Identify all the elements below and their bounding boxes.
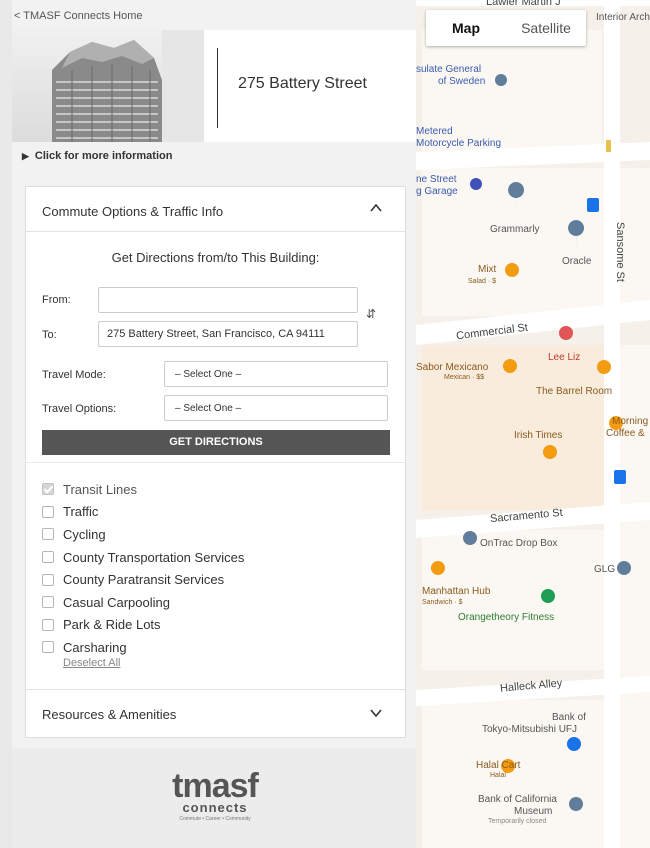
chevron-down-icon[interactable] xyxy=(369,706,383,720)
back-home-link[interactable]: < TMASF Connects Home xyxy=(14,10,142,22)
layer-label: Traffic xyxy=(63,504,99,520)
chevron-up-icon[interactable] xyxy=(369,201,383,215)
logo-main: tmasf xyxy=(172,767,259,805)
caret-right-icon: ▶ xyxy=(22,151,29,161)
layer-label: County Paratransit Services xyxy=(63,572,225,588)
layer-checkbox[interactable] xyxy=(42,505,54,518)
commute-section-title: Commute Options & Traffic Info xyxy=(42,204,224,219)
deselect-all-link[interactable]: Deselect All xyxy=(63,657,120,669)
map-layer-list: Transit Lines Traffic Cycling County Transp… xyxy=(42,478,382,659)
poi-label: Temporarily closed xyxy=(488,818,547,825)
swap-direction-icon[interactable]: ⇵ xyxy=(366,307,376,321)
poi-label: Bank of xyxy=(552,712,586,723)
header-divider xyxy=(217,48,218,128)
street-label: Sansome St xyxy=(614,222,626,282)
from-input[interactable] xyxy=(98,287,358,313)
layer-option[interactable]: Traffic xyxy=(42,501,382,524)
poi-label: GLG xyxy=(594,564,616,575)
poi-label: of Sweden xyxy=(438,76,486,87)
layer-label: Casual Carpooling xyxy=(63,594,170,610)
poi-label: OnTrac Drop Box xyxy=(480,538,558,549)
poi-label: Salad · $ xyxy=(468,278,497,285)
layer-checkbox[interactable] xyxy=(42,618,54,631)
poi-label: ne Street xyxy=(416,174,457,185)
get-directions-button[interactable]: GET DIRECTIONS xyxy=(42,430,390,455)
poi-label: Irish Times xyxy=(514,430,563,441)
poi-label: Metered xyxy=(416,126,453,137)
layer-option[interactable]: County Paratransit Services xyxy=(42,568,382,591)
divider xyxy=(26,689,405,690)
layer-checkbox[interactable] xyxy=(42,483,54,496)
poi-label: Sabor Mexicano xyxy=(416,362,489,373)
layer-checkbox[interactable] xyxy=(42,528,54,541)
layer-label: Carsharing xyxy=(63,639,127,655)
street-label: Lawler Martin J xyxy=(486,0,561,8)
poi-label: Museum xyxy=(514,806,553,817)
poi-label: Coffee & xyxy=(606,428,645,439)
layer-label: County Transportation Services xyxy=(63,549,245,565)
poi-label: Sandwich · $ xyxy=(422,599,463,606)
poi-label: Orangetheory Fitness xyxy=(458,612,555,623)
poi-label: g Garage xyxy=(416,186,458,197)
from-label: From: xyxy=(42,294,71,306)
layer-option[interactable]: Casual Carpooling xyxy=(42,591,382,614)
more-info-label: Click for more information xyxy=(34,150,173,162)
layer-label: Park & Ride Lots xyxy=(63,617,161,633)
layer-label: Cycling xyxy=(63,526,106,542)
tmasf-logo: tmasf connects Commute • Career • Commun… xyxy=(160,767,270,822)
poi-label: Halal Cart xyxy=(476,760,521,771)
poi-label: Mexican · $$ xyxy=(444,374,485,381)
building-header: 275 Battery Street xyxy=(12,30,416,142)
layer-checkbox[interactable] xyxy=(42,551,54,564)
poi-label: Morning xyxy=(612,416,649,427)
poi-label: Mixt xyxy=(478,264,497,275)
map-view[interactable]: Map Satellite Lawler Martin J Interior A… xyxy=(416,0,650,848)
travel-mode-select[interactable]: – Select One – xyxy=(164,361,388,387)
layer-option[interactable]: Transit Lines xyxy=(42,478,382,501)
layer-option[interactable]: Cycling xyxy=(42,523,382,546)
poi-label: Bank of California xyxy=(478,794,557,805)
layer-option[interactable]: County Transportation Services xyxy=(42,546,382,569)
travel-options-select[interactable]: – Select One – xyxy=(164,395,388,421)
to-input[interactable] xyxy=(98,321,358,347)
directions-title: Get Directions from/to This Building: xyxy=(111,250,320,265)
resources-section-title: Resources & Amenities xyxy=(42,707,177,722)
building-panel: < TMASF Connects Home 275 Battery Street… xyxy=(0,0,416,848)
poi-label: sulate General xyxy=(416,64,482,75)
layer-checkbox[interactable] xyxy=(42,596,54,609)
poi-label: Grammarly xyxy=(490,224,540,235)
commute-card: Commute Options & Traffic Info Get Direc… xyxy=(25,186,406,738)
travel-mode-label: Travel Mode: xyxy=(42,369,106,381)
poi-label: Manhattan Hub xyxy=(422,586,491,597)
more-info-toggle[interactable]: ▶ Click for more information xyxy=(22,150,172,162)
layer-option[interactable]: Park & Ride Lots xyxy=(42,614,382,637)
layer-checkbox[interactable] xyxy=(42,641,54,654)
poi-label: Halal xyxy=(490,772,506,779)
map-type-toggle: Map Satellite xyxy=(426,10,586,46)
layer-option[interactable]: Carsharing xyxy=(42,636,382,659)
poi-label: Interior Archite xyxy=(596,12,650,23)
divider xyxy=(26,462,405,463)
poi-label: The Barrel Room xyxy=(536,386,613,397)
poi-label: Tokyo-Mitsubishi UFJ xyxy=(482,724,578,735)
commute-section-header[interactable]: Commute Options & Traffic Info xyxy=(26,187,405,232)
layer-checkbox[interactable] xyxy=(42,573,54,586)
layer-label: Transit Lines xyxy=(63,481,137,497)
map-type-map-button[interactable]: Map xyxy=(426,10,506,46)
building-photo xyxy=(12,30,204,142)
poi-label: Oracle xyxy=(562,256,592,267)
building-name: 275 Battery Street xyxy=(238,75,367,92)
logo-tagline: Commute • Career • Community xyxy=(179,816,251,822)
poi-label: Motorcycle Parking xyxy=(416,138,502,149)
travel-options-label: Travel Options: xyxy=(42,403,117,415)
poi-label: Lee Liz xyxy=(548,352,581,363)
map-type-satellite-button[interactable]: Satellite xyxy=(506,10,586,46)
to-label: To: xyxy=(42,329,57,341)
